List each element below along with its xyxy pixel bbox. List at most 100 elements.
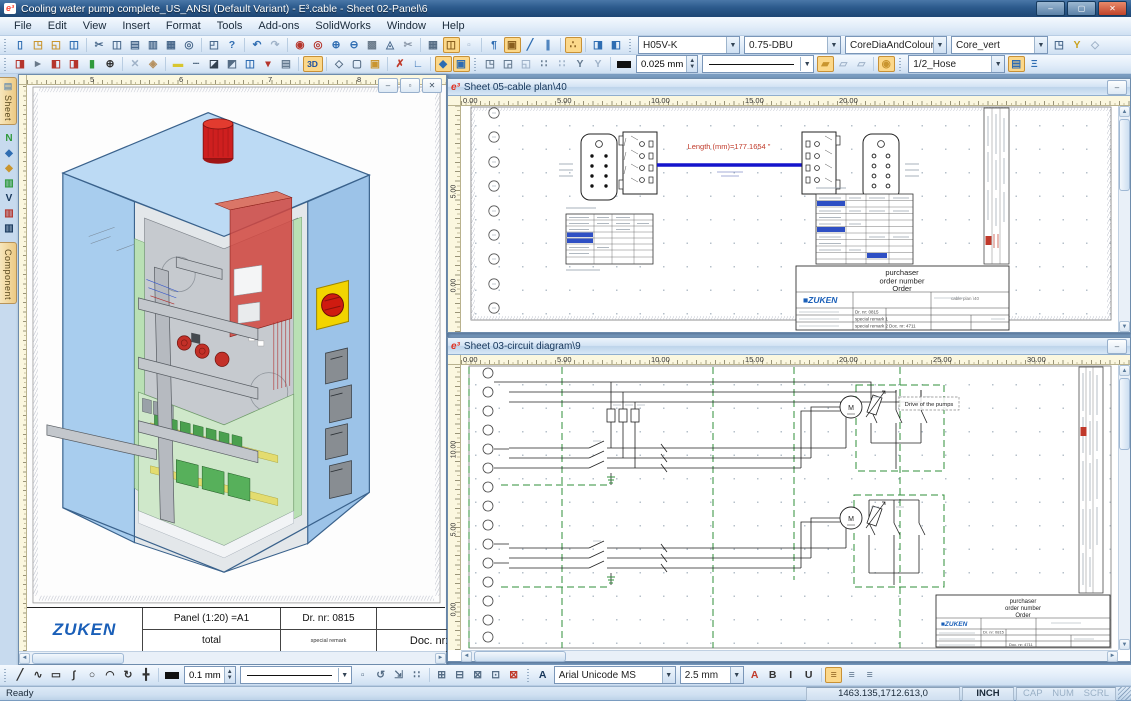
wire-type-combo[interactable]: H05V-K▼	[638, 36, 740, 54]
block-b-button[interactable]: ∷	[554, 56, 571, 72]
filter-button[interactable]: Y	[1069, 37, 1086, 53]
copy-button[interactable]: ◫	[109, 37, 126, 53]
scroll-thumb[interactable]	[1119, 378, 1130, 450]
scroll-up-icon[interactable]: ▲	[1119, 106, 1130, 117]
find-entity-button[interactable]: ◬	[382, 37, 399, 53]
hatch-a-button[interactable]: ▱	[835, 56, 852, 72]
align-left-button[interactable]: ≡	[825, 667, 842, 683]
close-button[interactable]: ✕	[1098, 1, 1127, 16]
grid-blue-icon[interactable]: ▥	[1, 221, 17, 236]
zoom-all-button[interactable]: ▩	[364, 37, 381, 53]
panel-3d-canvas[interactable]	[27, 85, 446, 607]
scroll-left-icon[interactable]: ◄	[461, 651, 472, 662]
child-restore-button[interactable]: ▫	[400, 78, 420, 93]
assign-cable-button[interactable]: ◳	[1051, 37, 1068, 53]
line-style-combo[interactable]: ▼	[702, 55, 814, 73]
sheet-dark-button[interactable]: ◪	[206, 56, 223, 72]
menu-item[interactable]: Tools	[209, 20, 251, 32]
block-a-button[interactable]: ∷	[536, 56, 553, 72]
chevron-down-icon[interactable]: ▼	[991, 56, 1004, 72]
menu-item[interactable]: Format	[158, 20, 209, 32]
sheet-export-button[interactable]: ◩	[224, 56, 241, 72]
origin-button[interactable]: ⊕	[102, 56, 119, 72]
wire-cube-button[interactable]: ◇	[331, 56, 348, 72]
new-button[interactable]: ▯	[12, 37, 29, 53]
minimize-button[interactable]: –	[1036, 1, 1065, 16]
scroll-thumb[interactable]	[474, 651, 566, 662]
underline-button[interactable]: U	[800, 667, 817, 683]
paste-button[interactable]: ▤	[127, 37, 144, 53]
panel-hscrollbar[interactable]: ◄ ►	[19, 651, 446, 664]
copy-b-button[interactable]: ⊟	[451, 667, 468, 683]
cable-vscrollbar[interactable]: ▲ ▼	[1118, 106, 1130, 332]
menu-item[interactable]: Help	[434, 20, 473, 32]
line-width-spinner[interactable]: 0.025 mm▲▼	[636, 55, 698, 73]
redo-button[interactable]: ↷	[267, 37, 284, 53]
resize-grip[interactable]	[1118, 687, 1131, 700]
font-color-button[interactable]: A	[746, 667, 763, 683]
lock-pair-button[interactable]: ◉	[878, 56, 895, 72]
tab-component[interactable]: Component	[0, 242, 17, 304]
highlight-button[interactable]: ▬	[170, 56, 187, 72]
shaded-view-button[interactable]: ◆	[435, 56, 452, 72]
chevron-down-icon[interactable]: ▼	[800, 57, 813, 71]
pipe-route-button[interactable]: Ξ	[1026, 56, 1043, 72]
import-button[interactable]: ◨	[12, 56, 29, 72]
unlink-button[interactable]: ✗	[392, 56, 409, 72]
toolbar-grip[interactable]	[473, 58, 478, 71]
copy-a-button[interactable]: ⊞	[433, 667, 450, 683]
page-copy-button[interactable]: ▤	[278, 56, 295, 72]
child-close-button[interactable]: ✕	[422, 78, 442, 93]
child-minimize-button[interactable]: –	[378, 78, 398, 93]
circuit-minimize-button[interactable]: –	[1107, 339, 1127, 354]
trim-button[interactable]: ✂	[400, 37, 417, 53]
scroll-up-icon[interactable]: ▲	[1119, 365, 1130, 376]
toolbar-grip[interactable]	[898, 58, 903, 71]
core-style-combo[interactable]: Core_vert▼	[951, 36, 1048, 54]
save-button[interactable]: ◫	[66, 37, 83, 53]
align-center-button[interactable]: ≡	[843, 667, 860, 683]
send-back-button[interactable]: ◧	[608, 37, 625, 53]
drop-route-button[interactable]: ∟	[410, 56, 427, 72]
spinner-arrows-icon[interactable]: ▲▼	[224, 667, 235, 683]
cabinet-button[interactable]: ▣	[367, 56, 384, 72]
scroll-left-icon[interactable]: ◄	[19, 653, 30, 664]
sheet-back-button[interactable]: ◧	[48, 56, 65, 72]
cut-button[interactable]: ✂	[91, 37, 108, 53]
text-frame-button[interactable]: ▣	[504, 37, 521, 53]
help-button[interactable]: ?	[224, 37, 241, 53]
grid-button[interactable]: ▦	[425, 37, 442, 53]
pin-button[interactable]: ▾	[260, 56, 277, 72]
menu-item[interactable]: File	[6, 20, 40, 32]
hose-combo[interactable]: 1/2_Hose▼	[908, 55, 1005, 73]
cable-options-button[interactable]: ◇	[1087, 37, 1104, 53]
toolbar-grip[interactable]	[3, 39, 8, 52]
open-project-button[interactable]: ◱	[48, 37, 65, 53]
paste-special-button[interactable]: ▥	[145, 37, 162, 53]
core-display-combo[interactable]: CoreDiaAndColour▼	[845, 36, 947, 54]
align-right-button[interactable]: ≡	[861, 667, 878, 683]
scroll-right-icon[interactable]: ►	[1107, 651, 1118, 662]
font-size-combo[interactable]: 2.5 mm▼	[680, 666, 744, 684]
menu-item[interactable]: SolidWorks	[307, 20, 378, 32]
worksheet-icon[interactable]: N	[1, 131, 17, 146]
toolbar-grip[interactable]	[526, 669, 531, 682]
zoom-in-button[interactable]: ⊕	[328, 37, 345, 53]
circuit-vscrollbar[interactable]: ▲ ▼	[1118, 365, 1130, 650]
transform-array-button[interactable]: ∷	[408, 667, 425, 683]
chevron-down-icon[interactable]: ▼	[730, 667, 743, 683]
pan-button[interactable]: ◈	[145, 56, 162, 72]
draw-line-button[interactable]: ╱	[12, 667, 29, 683]
snap-alt-button[interactable]: ▫	[461, 37, 478, 53]
sheet-green-button[interactable]: ▮	[84, 56, 101, 72]
delete-red-button[interactable]: ⊠	[505, 667, 522, 683]
menu-item[interactable]: Insert	[114, 20, 158, 32]
split-y2-button[interactable]: Y	[590, 56, 607, 72]
bring-front-button[interactable]: ◨	[590, 37, 607, 53]
move-node-button[interactable]: ╋	[138, 667, 155, 683]
hatch-b-button[interactable]: ▱	[853, 56, 870, 72]
scroll-thumb[interactable]	[1119, 119, 1130, 191]
connect-b-button[interactable]: ◲	[500, 56, 517, 72]
chevron-down-icon[interactable]: ▼	[726, 37, 739, 53]
toolbar-grip[interactable]	[3, 58, 8, 71]
